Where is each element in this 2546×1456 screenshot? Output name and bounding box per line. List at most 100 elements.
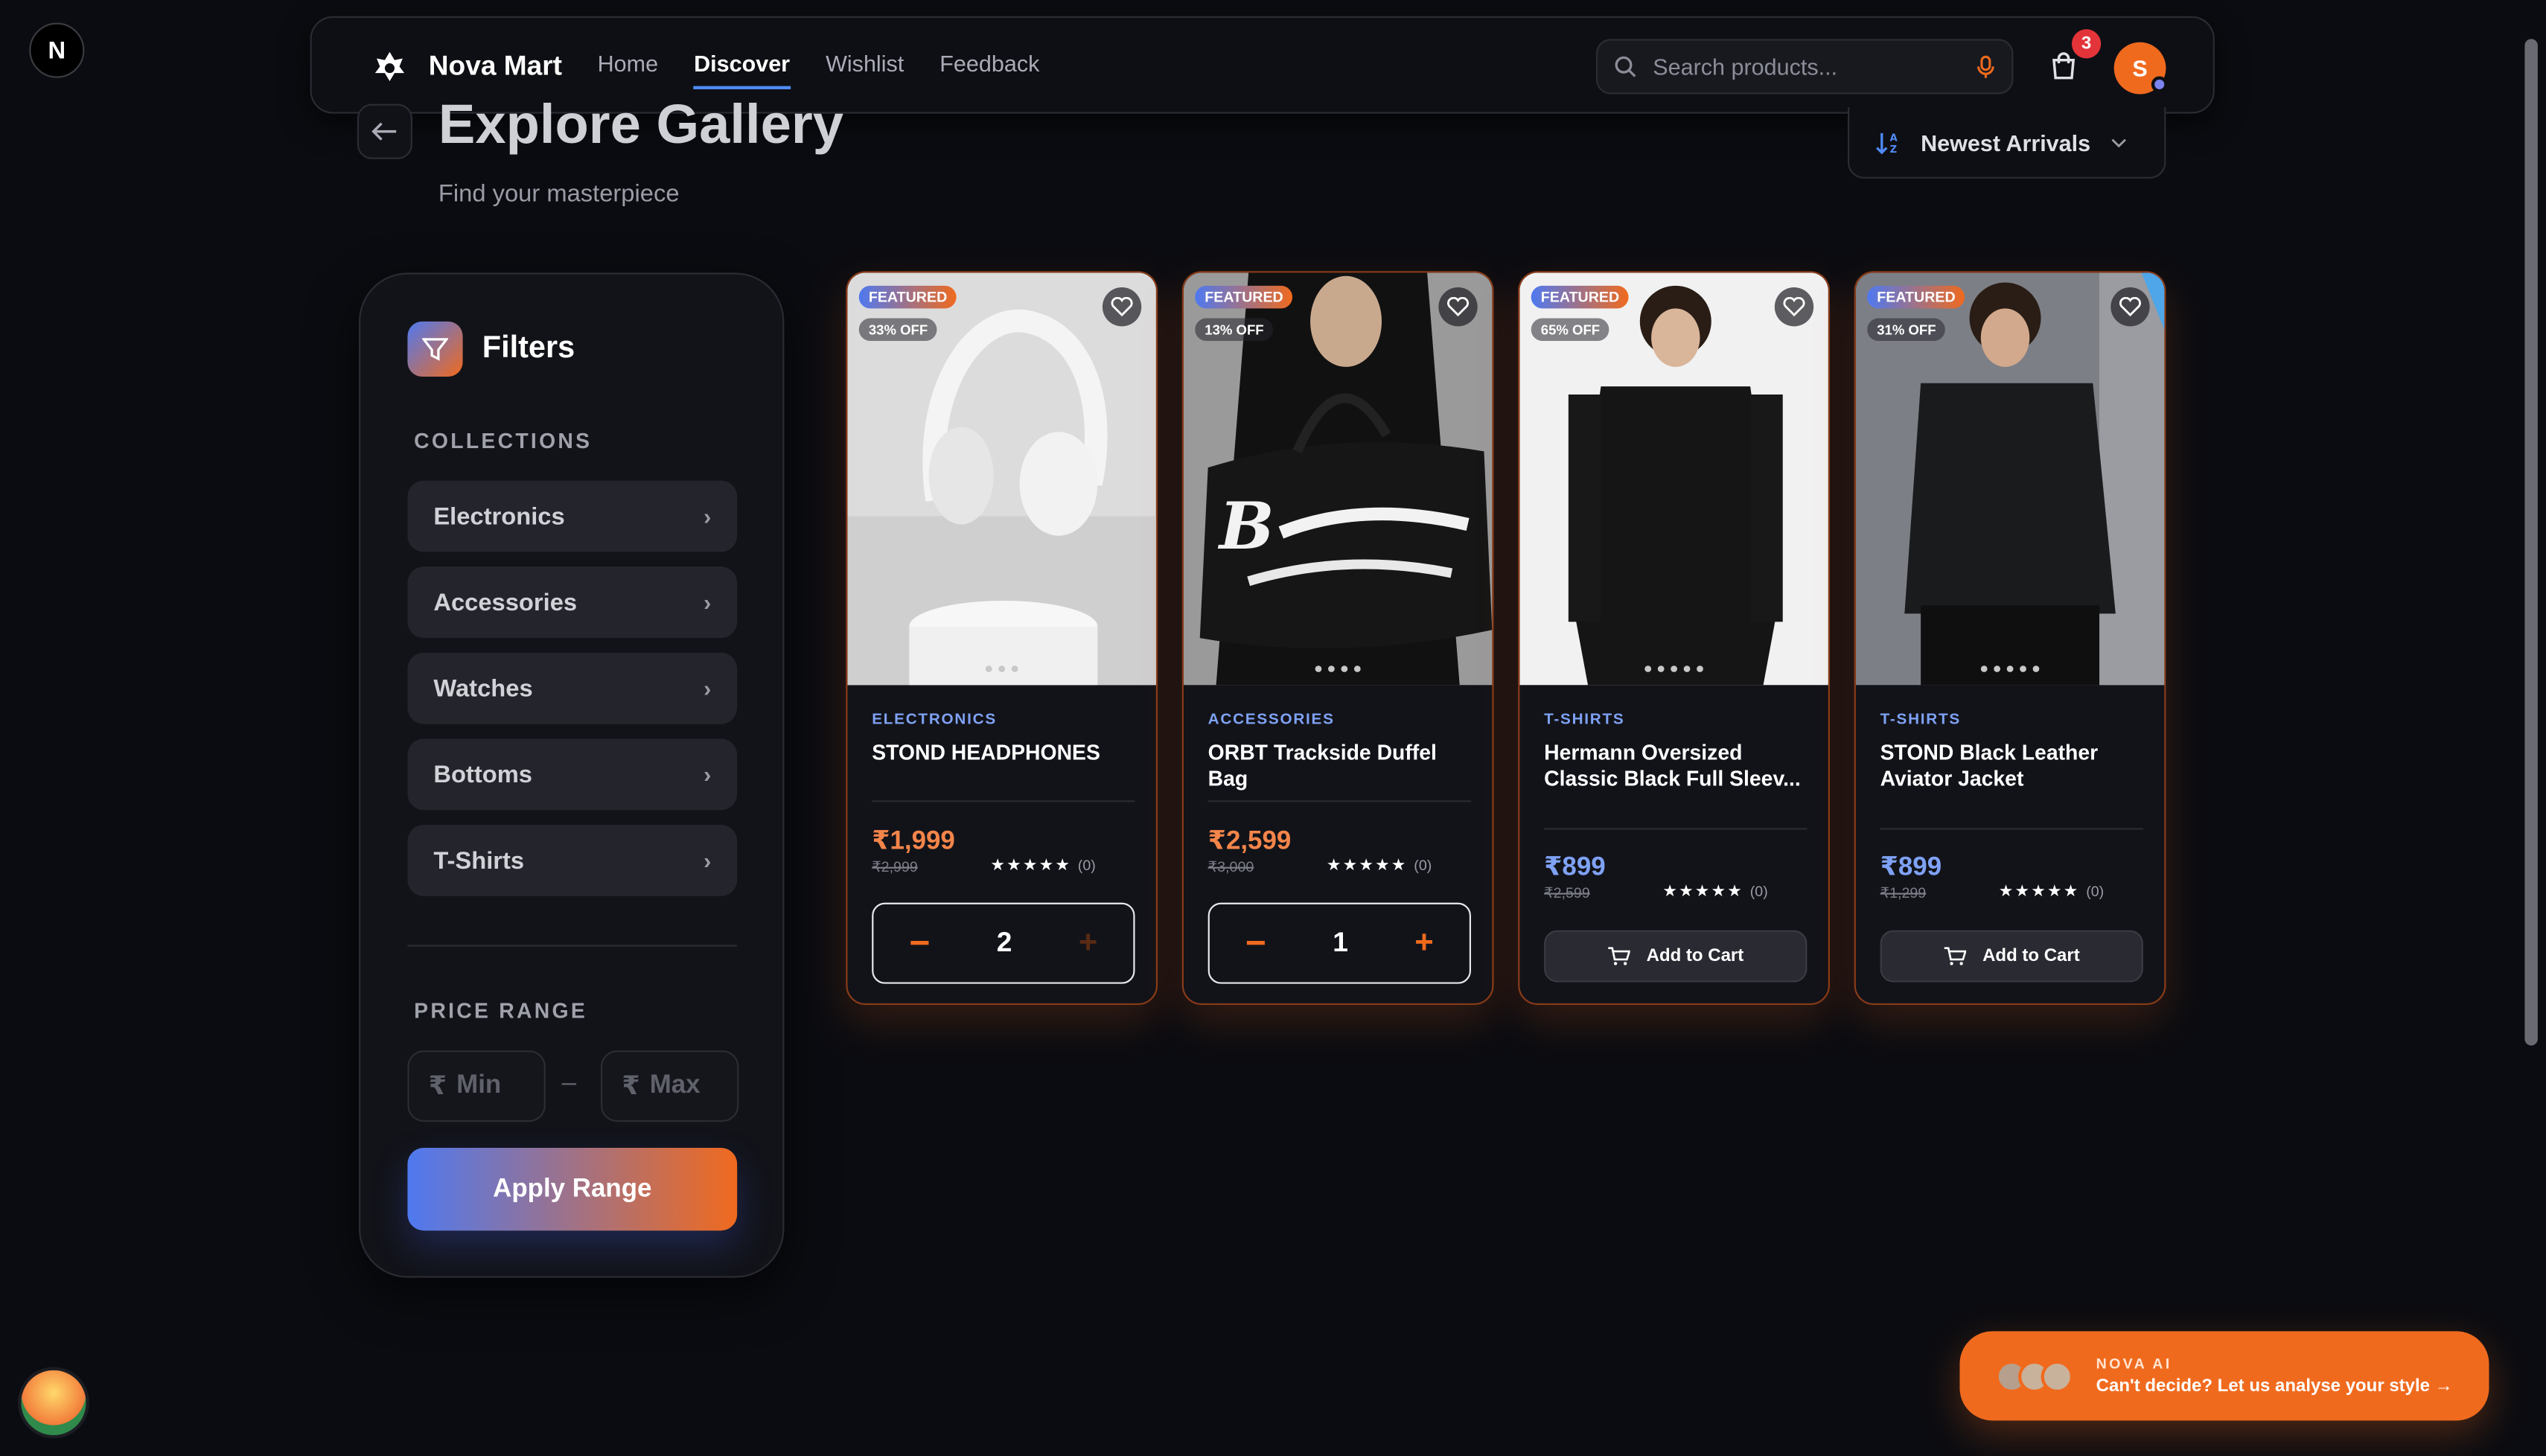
review-count: (0)	[1414, 857, 1432, 874]
page-subtitle: Find your masterpiece	[438, 180, 680, 208]
decrease-quantity-button[interactable]: −	[1245, 922, 1266, 965]
price-min-input[interactable]: Min	[456, 1071, 501, 1100]
price-min-field[interactable]: ₹ Min	[407, 1050, 546, 1123]
arrow-left-icon	[371, 122, 397, 141]
nav-link-feedback[interactable]: Feedback	[939, 51, 1039, 89]
chevron-right-icon: ›	[704, 589, 712, 616]
product-name[interactable]: ORBT Trackside Duffel Bag	[1208, 741, 1476, 793]
page-scrollbar[interactable]	[2524, 39, 2538, 1046]
filters-title: Filters	[482, 331, 575, 365]
wishlist-heart-icon[interactable]	[2110, 287, 2150, 327]
collection-label: Bottoms	[433, 760, 532, 788]
profile-sunset-avatar[interactable]	[17, 1367, 89, 1439]
product-category: ACCESSORIES	[1207, 711, 1335, 729]
review-count: (0)	[2086, 883, 2105, 900]
product-name[interactable]: Hermann Oversized Classic Black Full Sle…	[1544, 741, 1812, 793]
rating-stars: ★★★★★ (0)	[1662, 883, 1768, 901]
collections-label: COLLECTIONS	[414, 428, 593, 453]
card-divider	[872, 800, 1135, 802]
nav-link-discover[interactable]: Discover	[694, 51, 791, 89]
microphone-icon[interactable]	[1976, 54, 1995, 79]
brand[interactable]: Nova Mart	[370, 47, 562, 86]
quantity-stepper: − 2 +	[872, 902, 1135, 984]
product-card[interactable]: FEATURED 65% OFF T-SHIRTS Hermann Oversi…	[1518, 271, 1830, 1006]
decrease-quantity-button[interactable]: −	[909, 922, 930, 965]
chevron-right-icon: ›	[704, 503, 712, 530]
nova-ai-text-block: NOVA AI Can't decide? Let us analyse you…	[2096, 1356, 2453, 1396]
back-button[interactable]	[357, 103, 412, 159]
nav-link-home[interactable]: Home	[598, 51, 658, 89]
svg-text:B: B	[1217, 488, 1274, 564]
wishlist-heart-icon[interactable]	[1774, 287, 1814, 327]
search-bar[interactable]: Search products...	[1595, 39, 2014, 95]
nova-ai-label: NOVA AI	[2096, 1356, 2172, 1372]
collection-watches[interactable]: Watches ›	[407, 652, 738, 724]
collection-label: Accessories	[433, 588, 578, 616]
product-name[interactable]: STOND HEADPHONES	[872, 741, 1140, 767]
product-category: ELECTRONICS	[872, 711, 997, 729]
collection-accessories[interactable]: Accessories ›	[407, 566, 738, 639]
currency-symbol: ₹	[622, 1073, 640, 1101]
cart-count-badge: 3	[2071, 29, 2102, 59]
discount-badge: 33% OFF	[858, 318, 938, 342]
product-card[interactable]: B FEATURED 13% OFF ACCESSORIES ORBT Trac…	[1181, 271, 1494, 1006]
next-logo-icon[interactable]: N	[29, 22, 85, 78]
add-to-cart-button[interactable]: Add to Cart	[1544, 930, 1808, 983]
sort-label: Newest Arrivals	[1921, 129, 2091, 156]
wishlist-heart-icon[interactable]	[1438, 287, 1478, 327]
quantity-stepper: − 1 +	[1207, 902, 1471, 984]
collection-bottoms[interactable]: Bottoms ›	[407, 738, 738, 811]
price-max-field[interactable]: ₹ Max	[600, 1050, 739, 1123]
filter-icon	[407, 321, 463, 377]
collection-label: Watches	[433, 674, 533, 703]
rating-stars: ★★★★★ (0)	[990, 857, 1096, 875]
add-to-cart-button[interactable]: Add to Cart	[1880, 930, 2143, 983]
filters-panel: Filters COLLECTIONS Electronics › Accesso…	[359, 272, 785, 1278]
product-price: ₹899	[1544, 854, 1606, 882]
svg-text:A: A	[1890, 132, 1898, 144]
brand-logo-icon	[374, 51, 405, 82]
svg-text:Z: Z	[1890, 144, 1897, 155]
sort-dropdown[interactable]: AZ Newest Arrivals	[1847, 106, 2166, 179]
nav-link-wishlist[interactable]: Wishlist	[826, 51, 904, 89]
featured-badge: FEATURED	[1867, 285, 1965, 309]
review-count: (0)	[1749, 883, 1768, 900]
rating-stars: ★★★★★ (0)	[1326, 857, 1432, 875]
search-input[interactable]: Search products...	[1653, 54, 1959, 80]
featured-badge: FEATURED	[858, 285, 957, 309]
product-category: T-SHIRTS	[1880, 711, 1961, 729]
collection-t-shirts[interactable]: T-Shirts ›	[407, 824, 738, 896]
apply-range-button[interactable]: Apply Range	[407, 1147, 738, 1231]
product-price: ₹1,999	[872, 828, 955, 856]
wishlist-heart-icon[interactable]	[1102, 287, 1142, 327]
discount-badge: 65% OFF	[1531, 318, 1610, 342]
discount-badge: 31% OFF	[1867, 318, 1946, 342]
chevron-right-icon: ›	[704, 675, 712, 702]
product-mrp: ₹1,299	[1880, 884, 1927, 901]
online-status-dot	[2151, 76, 2168, 93]
product-card[interactable]: FEATURED 31% OFF T-SHIRTS STOND Black Le…	[1854, 271, 2166, 1006]
product-card[interactable]: FEATURED 33% OFF ELECTRONICS STOND HEADP…	[846, 271, 1158, 1006]
filters-divider	[407, 945, 738, 947]
collection-label: T-Shirts	[433, 846, 525, 875]
price-max-input[interactable]: Max	[650, 1071, 701, 1100]
currency-symbol: ₹	[428, 1073, 447, 1101]
nova-ai-banner[interactable]: NOVA AI Can't decide? Let us analyse you…	[1959, 1331, 2489, 1421]
product-name[interactable]: STOND Black Leather Aviator Jacket	[1880, 741, 2148, 793]
nova-ai-message: Can't decide? Let us analyse your style …	[2096, 1376, 2453, 1396]
increase-quantity-button[interactable]: +	[1414, 925, 1433, 962]
chevron-down-icon	[2110, 138, 2125, 147]
increase-quantity-button[interactable]: +	[1079, 925, 1097, 962]
discount-badge: 13% OFF	[1195, 318, 1274, 342]
review-count: (0)	[1077, 857, 1096, 874]
collection-electronics[interactable]: Electronics ›	[407, 480, 738, 552]
product-price: ₹2,599	[1207, 828, 1292, 856]
brand-name: Nova Mart	[428, 50, 563, 82]
range-dash: –	[561, 1070, 577, 1098]
nav-links: Home Discover Wishlist Feedback	[598, 51, 1039, 89]
sort-icon: AZ	[1876, 132, 1898, 155]
add-to-cart-label: Add to Cart	[1646, 946, 1744, 966]
featured-badge: FEATURED	[1531, 285, 1630, 309]
filters-header: Filters	[407, 321, 575, 377]
product-mrp: ₹2,599	[1544, 884, 1590, 901]
